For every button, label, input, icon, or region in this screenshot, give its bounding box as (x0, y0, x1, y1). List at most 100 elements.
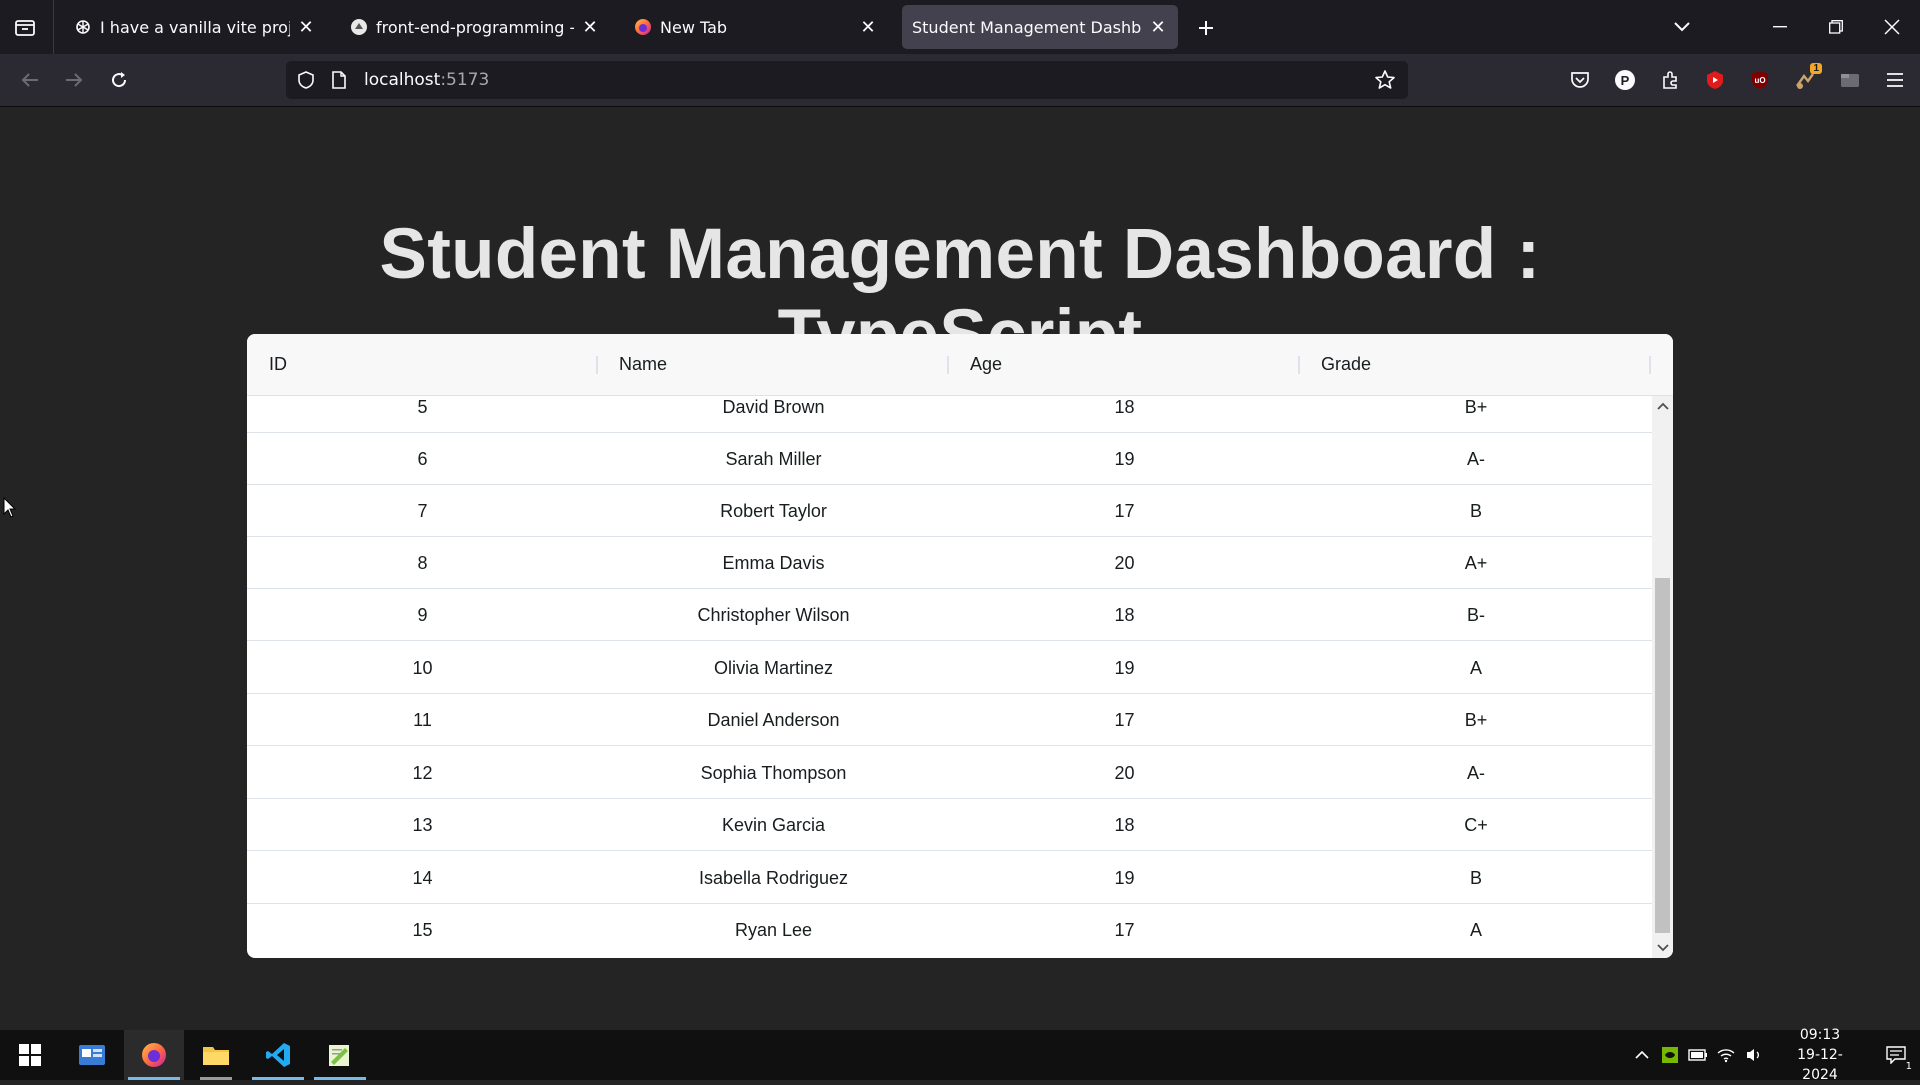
menu-hamburger-icon[interactable] (1878, 63, 1912, 97)
cell-name[interactable]: Sophia Thompson (598, 747, 949, 799)
cell-grade[interactable]: B- (1300, 589, 1652, 641)
table-row[interactable]: 9 Christopher Wilson 18 B- (247, 589, 1652, 641)
cell-id[interactable]: 8 (247, 537, 598, 589)
minimize-icon[interactable] (1752, 0, 1808, 54)
restore-icon[interactable] (1808, 0, 1864, 54)
cell-age[interactable]: 18 (949, 589, 1300, 641)
column-header-age[interactable]: Age (948, 334, 1299, 395)
cell-id[interactable]: 9 (247, 589, 598, 641)
table-row[interactable]: 11 Daniel Anderson 17 B+ (247, 694, 1652, 746)
close-tab-icon[interactable]: ✕ (858, 17, 878, 38)
table-row[interactable]: 6 Sarah Miller 19 A- (247, 433, 1652, 485)
cell-grade[interactable]: B (1300, 485, 1652, 537)
wifi-icon[interactable] (1712, 1030, 1740, 1080)
cell-id[interactable]: 14 (247, 852, 598, 904)
cell-age[interactable]: 19 (949, 642, 1300, 694)
extension-with-badge-icon[interactable]: 1 (1788, 63, 1822, 97)
table-row[interactable]: 5 David Brown 18 B+ (247, 396, 1652, 433)
url-bar[interactable]: localhost:5173 (286, 61, 1408, 99)
system-clock[interactable]: 09:13 19-12-2024 (1780, 1025, 1860, 1085)
cell-name[interactable]: Isabella Rodriguez (598, 852, 949, 904)
cell-grade[interactable]: B (1300, 852, 1652, 904)
list-all-tabs-icon[interactable] (1654, 0, 1710, 54)
cell-name[interactable]: David Brown (598, 396, 949, 433)
profile-p-icon[interactable]: P (1608, 63, 1642, 97)
tab-new-tab[interactable]: New Tab ✕ (624, 5, 888, 49)
battery-icon[interactable] (1684, 1030, 1712, 1080)
cell-grade[interactable]: A (1300, 642, 1652, 694)
tab-student-dashboard[interactable]: Student Management Dashboard ✕ (902, 5, 1178, 49)
cell-id[interactable]: 12 (247, 747, 598, 799)
cell-grade[interactable]: C+ (1300, 799, 1652, 851)
table-row[interactable]: 7 Robert Taylor 17 B (247, 485, 1652, 537)
cell-age[interactable]: 18 (949, 396, 1300, 433)
cell-name[interactable]: Kevin Garcia (598, 799, 949, 851)
vertical-scrollbar[interactable] (1652, 396, 1673, 958)
forward-arrow-icon[interactable] (57, 63, 91, 97)
cell-age[interactable]: 20 (949, 747, 1300, 799)
table-row[interactable]: 15 Ryan Lee 17 A (247, 904, 1652, 956)
youtube-extension-icon[interactable] (1698, 63, 1732, 97)
column-header-grade[interactable]: Grade (1299, 334, 1650, 395)
scroll-down-arrow-icon[interactable] (1655, 940, 1670, 956)
pocket-icon[interactable] (1563, 63, 1597, 97)
cell-age[interactable]: 18 (949, 799, 1300, 851)
cell-age[interactable]: 17 (949, 485, 1300, 537)
tab-chatgpt[interactable]: I have a vanilla vite project. I have ✕ (64, 5, 326, 49)
new-tab-button[interactable] (1190, 12, 1222, 44)
cell-name[interactable]: Daniel Anderson (598, 694, 949, 746)
tracking-protection-shield-icon[interactable] (296, 70, 316, 94)
column-header-id[interactable]: ID (247, 334, 597, 395)
close-tab-icon[interactable]: ✕ (296, 17, 316, 38)
cell-name[interactable]: Ryan Lee (598, 904, 949, 956)
vscode-icon[interactable] (248, 1030, 308, 1080)
page-info-icon[interactable] (330, 70, 348, 94)
volume-icon[interactable] (1740, 1030, 1768, 1080)
cell-name[interactable]: Olivia Martinez (598, 642, 949, 694)
table-row[interactable]: 14 Isabella Rodriguez 19 B (247, 852, 1652, 904)
cell-id[interactable]: 13 (247, 799, 598, 851)
cell-id[interactable]: 15 (247, 904, 598, 956)
back-arrow-icon[interactable] (13, 63, 47, 97)
cell-name[interactable]: Robert Taylor (598, 485, 949, 537)
column-header-name[interactable]: Name (597, 334, 948, 395)
notepad-plus-icon[interactable] (310, 1030, 370, 1080)
container-tabs-icon[interactable] (1833, 63, 1867, 97)
ublock-origin-icon[interactable]: uO (1743, 63, 1777, 97)
control-panel-icon[interactable] (62, 1030, 122, 1080)
column-resize-handle[interactable] (1649, 356, 1651, 374)
firefox-taskbar-icon[interactable] (124, 1030, 184, 1080)
reload-icon[interactable] (102, 63, 136, 97)
cell-age[interactable]: 19 (949, 433, 1300, 485)
url-text[interactable]: localhost:5173 (364, 70, 489, 90)
cell-id[interactable]: 11 (247, 694, 598, 746)
extensions-puzzle-icon[interactable] (1653, 63, 1687, 97)
cell-id[interactable]: 6 (247, 433, 598, 485)
tab-front-end-programming[interactable]: front-end-programming - Boo ✕ (340, 5, 610, 49)
cell-age[interactable]: 17 (949, 694, 1300, 746)
cell-grade[interactable]: B+ (1300, 396, 1652, 433)
bookmark-star-icon[interactable] (1374, 69, 1396, 95)
scrollbar-thumb[interactable] (1655, 578, 1670, 933)
table-row[interactable]: 12 Sophia Thompson 20 A- (247, 747, 1652, 799)
start-button[interactable] (0, 1030, 60, 1080)
close-window-icon[interactable] (1864, 0, 1920, 54)
nvidia-icon[interactable] (1656, 1030, 1684, 1080)
cell-grade[interactable]: A- (1300, 433, 1652, 485)
cell-grade[interactable]: A- (1300, 747, 1652, 799)
cell-age[interactable]: 20 (949, 537, 1300, 589)
cell-id[interactable]: 10 (247, 642, 598, 694)
show-hidden-icons-chevron-icon[interactable] (1628, 1030, 1656, 1080)
cell-grade[interactable]: A+ (1300, 537, 1652, 589)
cell-grade[interactable]: B+ (1300, 694, 1652, 746)
table-row[interactable]: 8 Emma Davis 20 A+ (247, 537, 1652, 589)
cell-id[interactable]: 7 (247, 485, 598, 537)
cell-id[interactable]: 5 (247, 396, 598, 433)
cell-grade[interactable]: A (1300, 904, 1652, 956)
tab-list-icon[interactable] (8, 10, 42, 44)
close-tab-icon[interactable]: ✕ (580, 17, 600, 38)
cell-age[interactable]: 19 (949, 852, 1300, 904)
cell-name[interactable]: Sarah Miller (598, 433, 949, 485)
close-tab-icon[interactable]: ✕ (1148, 17, 1168, 38)
table-row[interactable]: 13 Kevin Garcia 18 C+ (247, 799, 1652, 851)
